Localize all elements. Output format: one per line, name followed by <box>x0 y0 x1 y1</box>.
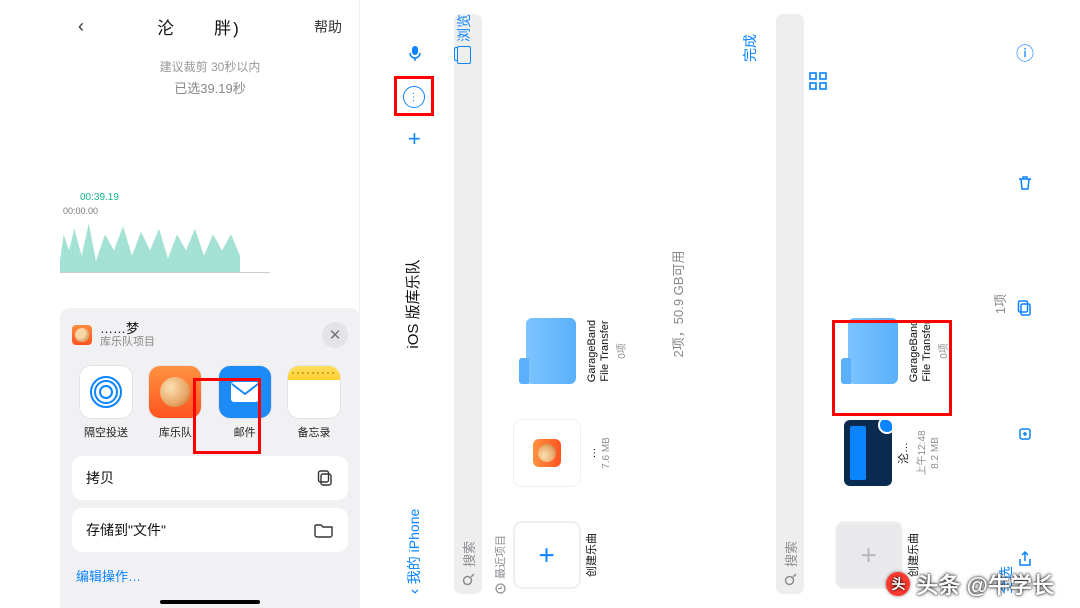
airdrop-button[interactable]: 隔空投送 <box>74 366 138 440</box>
files-browse-screen: 搜索 最近项目 浏览 + 创建乐曲 … 7.6 MB GarageBand Fi… <box>438 0 748 608</box>
playhead-time: 00:39.19 <box>80 192 119 203</box>
song-title: 沦 胖) <box>157 14 241 39</box>
save-to-files-action[interactable]: 存储到"文件" <box>72 508 348 552</box>
folder-icon <box>514 318 580 384</box>
search-field[interactable]: 搜索 <box>776 14 804 594</box>
home-indicator <box>160 600 260 604</box>
help-link[interactable]: 帮助 <box>314 17 342 37</box>
grid-view-icon[interactable] <box>809 72 827 90</box>
highlight-box <box>394 76 434 116</box>
highlight-box <box>193 378 261 454</box>
share-sheet-screen: ‹ 沦 胖) 帮助 建议裁剪 30秒以内 已选39.19秒 00:39.19 0… <box>0 0 360 608</box>
select-items-screen: 搜索 全选 + 创建乐曲 沦… 上午12:48 8.2 MB GarageBan… <box>760 0 1030 608</box>
folder-icon <box>314 522 334 538</box>
garageband-doc-icon <box>514 420 580 486</box>
folder-item[interactable]: GarageBand File Transfer 0项 <box>514 312 628 390</box>
toutiao-logo-icon: 头 <box>886 572 910 596</box>
edit-actions-link[interactable]: 编辑操作… <box>72 560 348 591</box>
notes-button[interactable]: 备忘录 <box>282 366 346 440</box>
mic-icon[interactable] <box>406 44 424 62</box>
selected-duration: 已选39.19秒 <box>60 78 360 97</box>
selected-project-item[interactable]: 沦… 上午12:48 8.2 MB <box>836 414 950 492</box>
check-icon <box>878 420 892 434</box>
share-item-title: ……梦 <box>100 322 314 336</box>
timeline-axis <box>60 272 270 273</box>
close-button[interactable]: ✕ <box>322 322 348 348</box>
share-sheet: ……梦 库乐队项目 ✕ 隔空投送 库乐队 <box>60 308 360 608</box>
garageband-doc-icon <box>72 325 92 345</box>
copy-icon <box>316 469 334 487</box>
project-item[interactable]: … 7.6 MB <box>514 414 628 492</box>
watermark: 头 头条 @牛学长 <box>886 568 1054 600</box>
add-button[interactable]: + <box>408 126 421 152</box>
copy-stack-icon[interactable] <box>1016 425 1034 443</box>
create-song-button[interactable]: + 创建乐曲 <box>514 516 628 594</box>
folder-tab-icon <box>457 46 471 64</box>
project-thumbnail <box>844 420 892 486</box>
info-icon[interactable]: ⓘ <box>1016 40 1034 66</box>
share-icon[interactable] <box>1016 550 1034 568</box>
storage-status: 2项，50.9 GB可用 <box>668 0 687 608</box>
airdrop-icon <box>80 366 132 418</box>
trash-icon[interactable] <box>1016 174 1034 192</box>
search-field[interactable]: 搜索 <box>454 14 482 594</box>
copy-action[interactable]: 拷贝 <box>72 456 348 500</box>
back-chevron-icon[interactable]: ‹ <box>78 16 84 37</box>
browse-tab[interactable]: 浏览 <box>454 14 474 64</box>
notes-icon <box>288 366 340 418</box>
duplicate-icon[interactable] <box>1016 299 1034 317</box>
editor-header: ‹ 沦 胖) 帮助 <box>60 14 360 39</box>
trim-hint: 建议裁剪 30秒以内 <box>60 58 360 75</box>
recent-items-header[interactable]: 最近项目 <box>492 535 508 594</box>
bottom-toolbar: ⓘ <box>1000 0 1050 608</box>
share-item-subtitle: 库乐队项目 <box>100 336 314 348</box>
done-button[interactable]: 完成 <box>740 34 760 62</box>
waveform[interactable] <box>60 218 240 272</box>
timeline-start: 00:00.00 <box>63 206 98 216</box>
plus-icon: + <box>514 522 580 588</box>
highlight-box <box>832 320 952 416</box>
